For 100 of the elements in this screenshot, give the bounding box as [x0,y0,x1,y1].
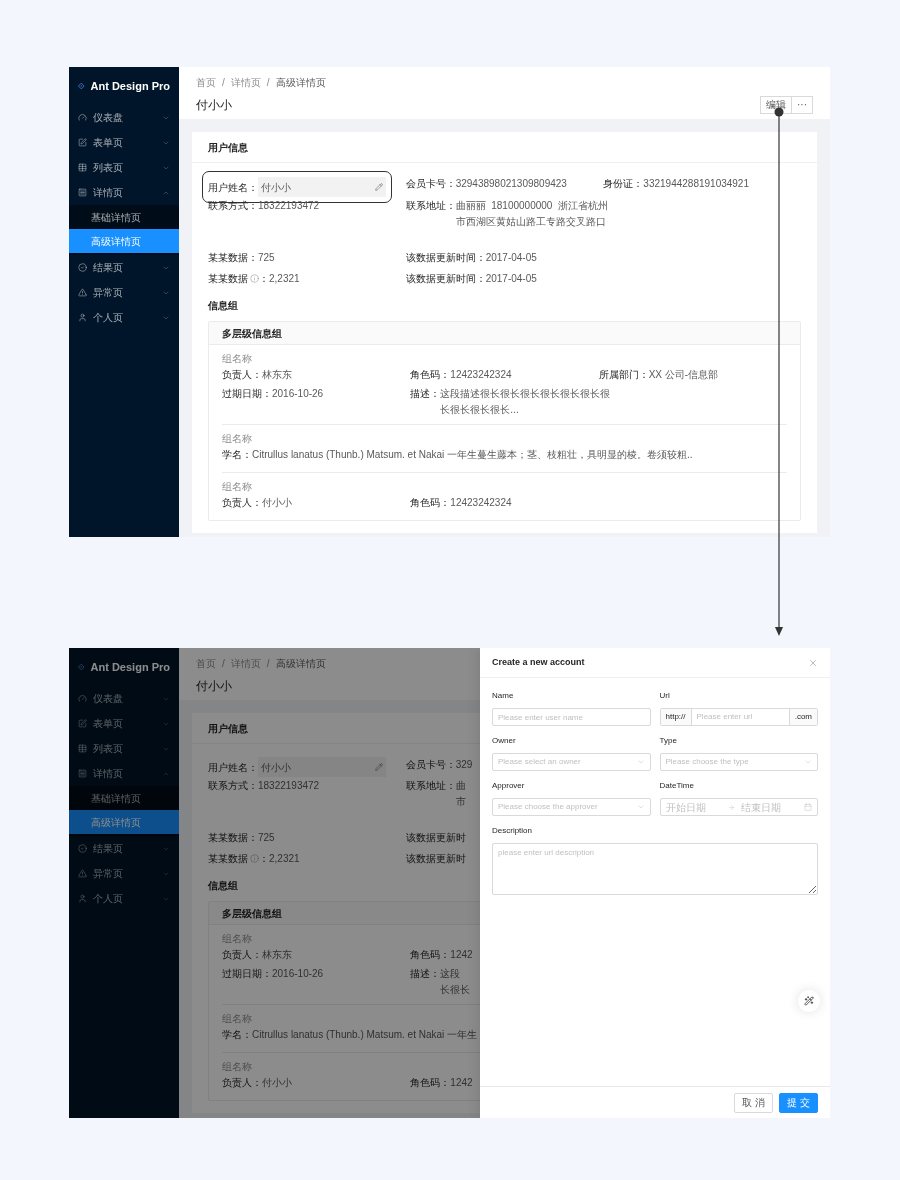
menu-item[interactable]: 异常页 [69,280,179,305]
menu-item[interactable]: 仪表盘 [69,105,179,130]
field-label: 用户姓名： [208,760,258,775]
chevron-icon [636,758,645,766]
menu-item[interactable]: 结果页 [69,255,179,280]
menu-item[interactable]: 仪表盘 [69,686,179,711]
form-label: DateTime [659,780,695,792]
field-label: 学名： [222,1028,252,1042]
field-value: 2,2321 [269,272,300,286]
field-value: 12423242324 [450,368,512,382]
field-value: XX 公司-信息部 [648,368,719,382]
calendar-icon [804,803,812,811]
breadcrumb-link[interactable]: 高级详情页 [275,75,326,90]
field-label: 联系地址： [405,199,456,213]
submenu-item[interactable]: 基础详情页 [69,786,179,810]
magic-wand-button[interactable] [798,990,820,1012]
field-label: 会员卡号： [405,758,456,772]
field-value: 18322193472 [258,199,320,213]
more-button[interactable]: ··· [791,96,813,114]
field-label: 某某数据： [208,831,258,845]
page-title: 付小小 [196,97,232,114]
subgroup-title: 组名称 [222,1060,253,1074]
document-icon [78,188,87,197]
field-label: 负责人： [222,948,262,962]
field-value-line: 市 [455,795,466,809]
wand-icon [804,996,814,1006]
breadcrumb-separator: / [222,657,225,671]
field-label: 该数据更新时 [405,831,466,845]
menu-item[interactable]: 表单页 [69,711,179,736]
app-title: Ant Design Pro [90,659,170,675]
breadcrumb-separator: / [266,657,270,671]
field-value-line: 这段 [440,967,462,981]
menu-item[interactable]: 详情页 [69,761,179,786]
form-label: Description [492,825,533,837]
chevron-icon [804,758,812,766]
field-label: 负责人： [222,496,262,510]
field-value: 725 [258,251,275,265]
field-label: 会员卡号： [405,177,456,191]
editable-field[interactable]: 付小小 [258,757,386,777]
menu-item[interactable]: 异常页 [69,861,179,886]
menu-item[interactable]: 详情页 [69,180,179,205]
field-value-line: 长很长 [440,983,471,997]
section-title: 信息组 [208,879,239,893]
field-label: 负责人： [222,1076,262,1090]
breadcrumb-link[interactable]: 首页 [196,75,216,90]
submenu-item[interactable]: 高级详情页 [69,810,179,834]
url-suffix: .com [788,709,817,725]
field-value: 1242 [450,948,473,962]
menu-item[interactable]: 列表页 [69,736,179,761]
field-label: 联系方式： [208,779,258,793]
field-value: 725 [258,831,275,845]
breadcrumb-link[interactable]: 详情页 [230,75,261,90]
field-label: 描述： [410,967,441,981]
group-title: 多层级信息组 [222,906,282,921]
field-value: 2016-10-26 [272,387,324,401]
field-value: 2017-04-05 [485,251,537,265]
field-label: 角色码： [410,368,451,382]
card-title: 用户信息 [208,140,248,155]
field-value-line: 这段描述很长很长很长很长很长很长很 [440,387,611,401]
field-label: 某某数据： [208,251,258,265]
info-icon [250,854,259,863]
field-value: 18322193472 [258,779,320,793]
field-value: 2,2321 [269,852,300,866]
field-label: 联系方式： [208,199,258,213]
field-value: 2017-04-05 [485,272,537,286]
field-label: 该数据更新时 [405,852,466,866]
field-value: 12423242324 [450,496,512,510]
card-title: 用户信息 [208,721,248,736]
field-label: 某某数据 [208,272,248,286]
submenu-item[interactable]: 高级详情页 [69,229,179,253]
submit-button[interactable]: 提 交 [779,1092,818,1113]
edit-icon [375,763,383,771]
field-label: 角色码： [410,496,451,510]
breadcrumb-link[interactable]: 高级详情页 [275,656,326,671]
field-label: 身份证： [603,177,644,191]
menu-item[interactable]: 表单页 [69,130,179,155]
breadcrumb-link[interactable]: 首页 [196,656,216,671]
cancel-button[interactable]: 取 消 [734,1092,774,1113]
field-value: 1242 [450,1076,473,1090]
editable-field[interactable]: 付小小 [258,177,386,197]
gauge-icon [78,113,87,122]
menu-item[interactable]: 个人页 [69,305,179,330]
field-label: 过期日期： [222,967,272,981]
field-value: 付小小 [262,496,292,510]
page-title: 付小小 [196,678,232,695]
breadcrumb-separator: / [266,76,270,90]
menu-item[interactable]: 个人页 [69,886,179,911]
form-label: Url [659,690,671,702]
colon: ： [259,272,269,286]
arrow-icon [728,803,736,811]
edit-button[interactable]: 编辑 [760,96,792,114]
subgroup-title: 组名称 [222,432,253,446]
field-label: 学名： [222,448,252,462]
app-title: Ant Design Pro [90,78,170,94]
submenu-item[interactable]: 基础详情页 [69,205,179,229]
menu-item[interactable]: 结果页 [69,836,179,861]
edit-square-icon [78,138,87,147]
field-value: 林东东 [262,948,292,962]
field-value: 付小小 [262,1076,292,1090]
menu-item[interactable]: 列表页 [69,155,179,180]
